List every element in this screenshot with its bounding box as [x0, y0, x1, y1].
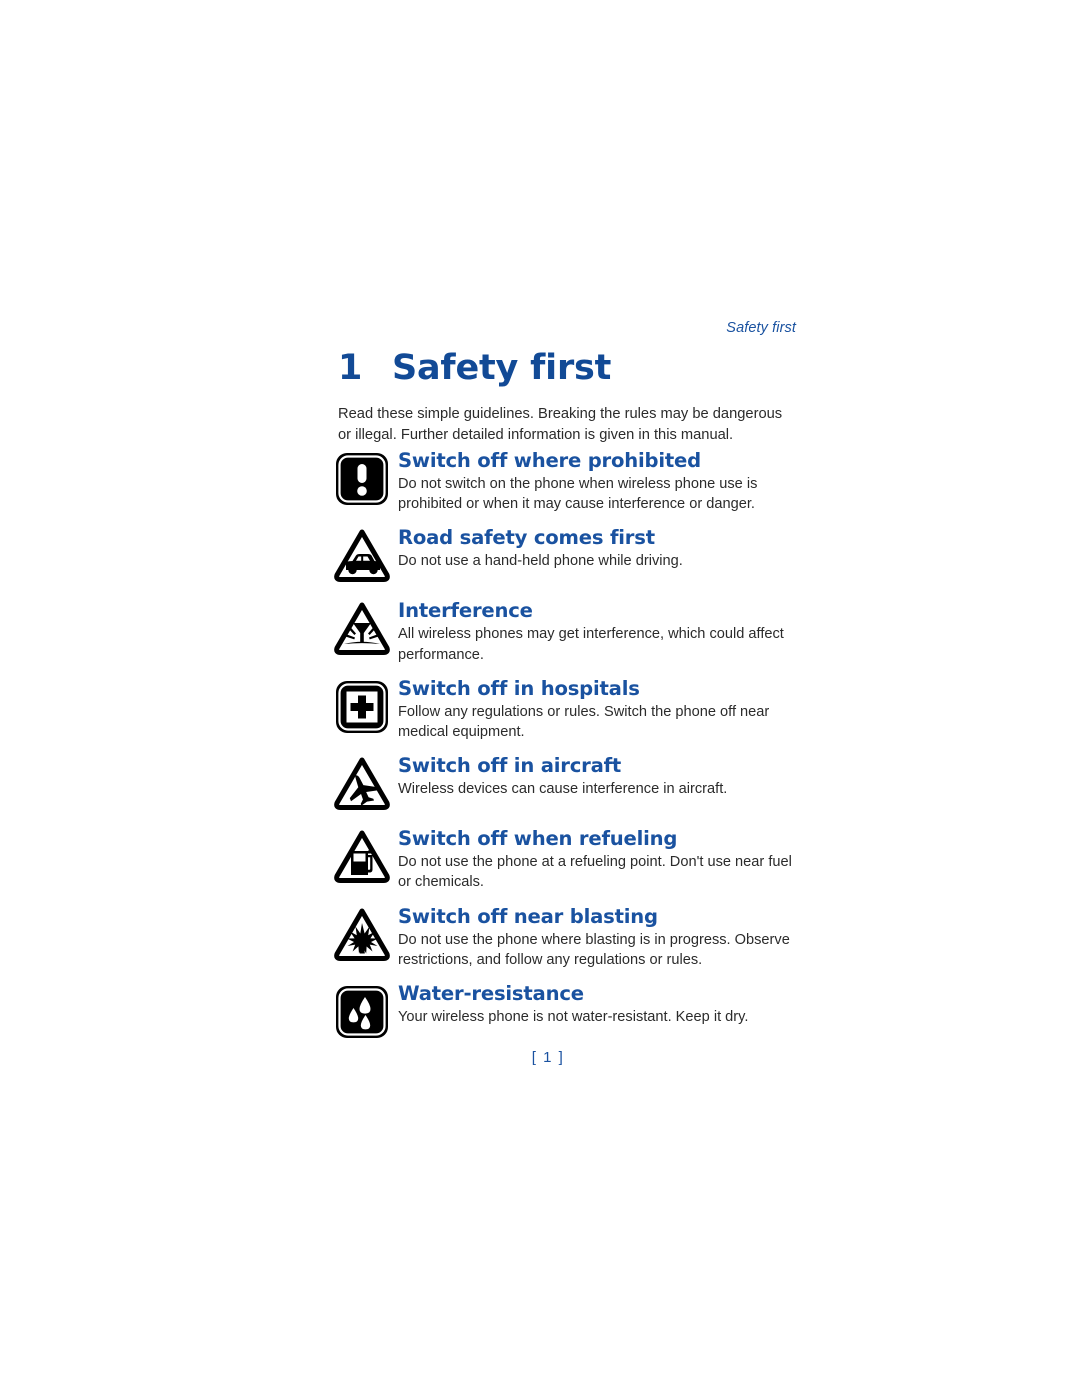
guideline-title: Switch off near blasting — [398, 904, 658, 928]
intro-paragraph: Read these simple guidelines. Breaking t… — [338, 406, 783, 443]
guideline-body: Do not use the phone where blasting is i… — [398, 931, 790, 968]
guideline-title: Switch off in aircraft — [398, 754, 622, 778]
guideline-title: Interference — [398, 599, 533, 623]
guideline-title: Road safety comes first — [398, 526, 655, 550]
hospital-cross-square-icon — [334, 679, 390, 735]
guideline-body: Do not switch on the phone when wireless… — [398, 476, 758, 513]
guideline-title: Water-resistance — [398, 982, 584, 1006]
chapter-number: 1 — [338, 348, 363, 388]
guidelines-list: Switch off where prohibited Do not switc… — [334, 448, 804, 1054]
aircraft-triangle-icon — [334, 756, 390, 812]
guideline-item: Switch off in hospitals Follow any regul… — [334, 676, 804, 742]
manual-page: Safety first 1 Safety first Read these si… — [0, 0, 1080, 1397]
guideline-item: Water-resistance Your wireless phone is … — [334, 981, 804, 1043]
guideline-item: Switch off near blasting Do not use the … — [334, 904, 804, 970]
guideline-item: Switch off where prohibited Do not switc… — [334, 448, 804, 514]
guideline-body: Wireless devices can cause interference … — [398, 781, 728, 798]
guideline-item: Interference All wireless phones may get… — [334, 598, 804, 664]
guideline-item: Switch off in aircraft Wireless devices … — [334, 753, 804, 815]
guideline-body: Do not use a hand-held phone while drivi… — [398, 553, 683, 570]
fuel-pump-triangle-icon — [334, 829, 390, 885]
car-triangle-icon — [334, 528, 390, 584]
guideline-title: Switch off when refueling — [398, 827, 678, 851]
page-title: 1 Safety first — [338, 348, 611, 388]
guideline-body: Your wireless phone is not water-resista… — [398, 1009, 749, 1026]
guideline-body: All wireless phones may get interference… — [398, 626, 784, 663]
exclamation-square-icon — [334, 451, 390, 507]
water-drops-square-icon — [334, 984, 390, 1040]
running-head: Safety first — [726, 320, 796, 336]
guideline-body: Do not use the phone at a refueling poin… — [398, 854, 792, 891]
page-number: [ 1 ] — [531, 1049, 565, 1066]
interference-triangle-icon — [334, 601, 390, 657]
guideline-title: Switch off in hospitals — [398, 676, 640, 700]
guideline-item: Switch off when refueling Do not use the… — [334, 826, 804, 892]
guideline-body: Follow any regulations or rules. Switch … — [398, 703, 770, 741]
chapter-title-text: Safety first — [392, 348, 612, 388]
blasting-triangle-icon — [334, 907, 390, 963]
guideline-title: Switch off where prohibited — [398, 449, 701, 472]
guideline-item: Road safety comes first Do not use a han… — [334, 525, 804, 587]
